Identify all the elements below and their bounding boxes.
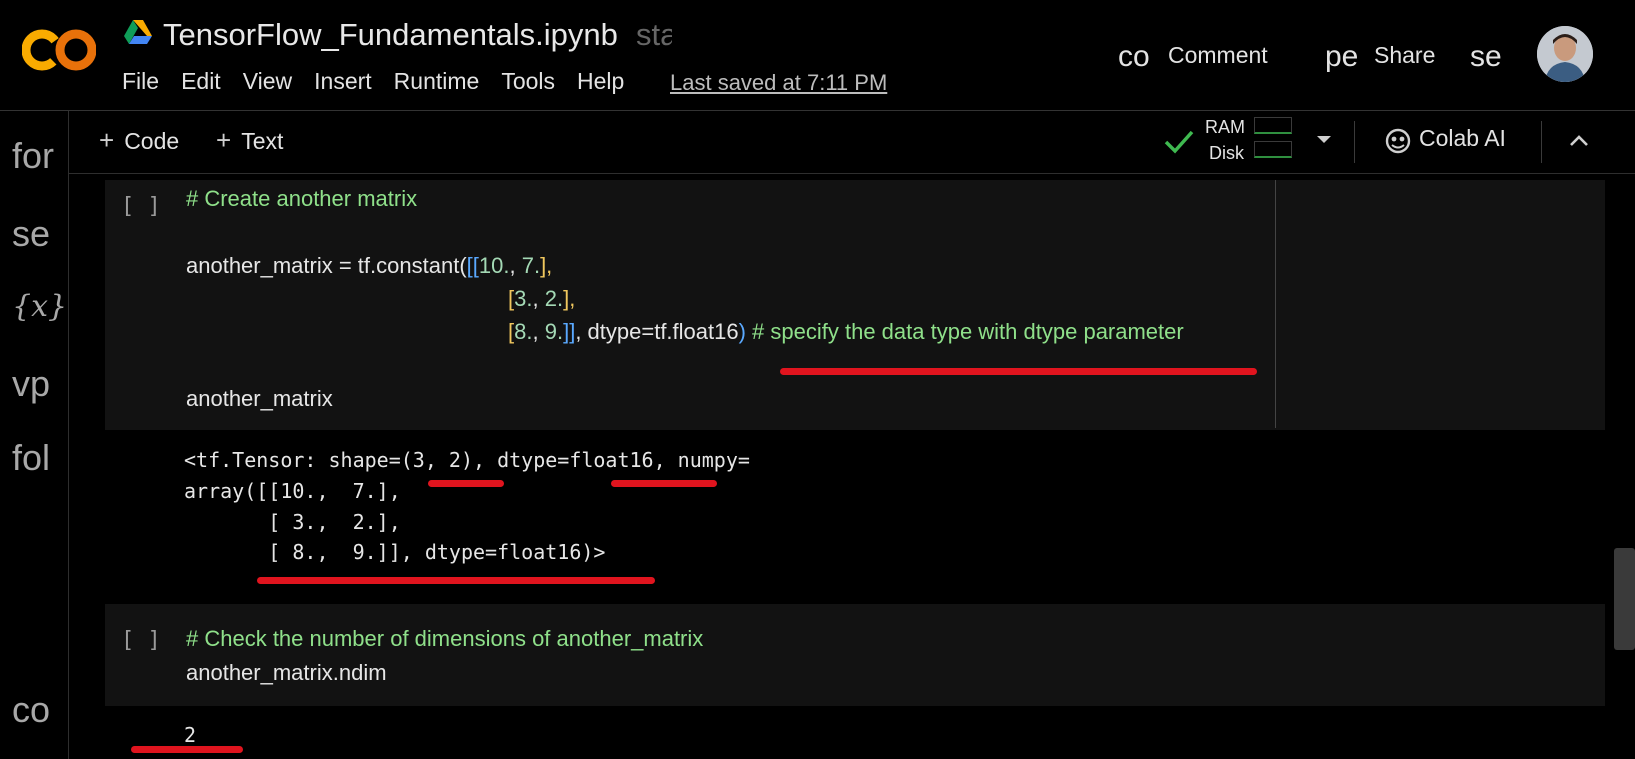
star-icon[interactable]: sta — [636, 17, 672, 53]
add-code-label: Code — [124, 128, 180, 154]
annotation-underline — [780, 368, 1257, 375]
output-line: <tf.Tensor: shape=(3, 2), dtype=float16,… — [184, 448, 750, 472]
avatar-image — [1537, 26, 1593, 82]
code-bracket: ], — [563, 286, 576, 311]
code-number: 3. — [514, 286, 533, 311]
share-icon[interactable]: pe — [1325, 40, 1361, 74]
menu-file[interactable]: File — [122, 68, 159, 95]
code-text: another_matrix = tf.constant( — [186, 253, 467, 278]
comment-button[interactable]: Comment — [1168, 42, 1268, 69]
menu-help[interactable]: Help — [577, 68, 624, 95]
code-comment: # Check the number of dimensions of anot… — [186, 626, 704, 651]
menu-runtime[interactable]: Runtime — [394, 68, 480, 95]
code-text: , dtype=tf.float16 — [575, 319, 739, 344]
scrollbar[interactable] — [1614, 548, 1635, 650]
code-line: [8., 9.]], dtype=tf.float16) # specify t… — [508, 319, 1184, 345]
plus-icon: + — [216, 125, 232, 155]
code-number: 10. — [478, 253, 510, 278]
disk-label: Disk — [1209, 143, 1244, 163]
google-drive-icon[interactable] — [124, 20, 152, 44]
ram-meter[interactable] — [1254, 117, 1292, 134]
files-icon[interactable]: fol — [12, 437, 64, 479]
code-bracket: ]] — [563, 319, 576, 344]
left-rail: for se {x} vp fol co — [0, 111, 69, 759]
annotation-underline — [257, 577, 655, 584]
run-cell-button[interactable]: [ ] — [121, 628, 161, 653]
menu-edit[interactable]: Edit — [181, 68, 221, 95]
menu-bar: File Edit View Insert Runtime Tools Help — [122, 68, 646, 95]
settings-icon[interactable]: se — [1470, 40, 1506, 74]
avatar[interactable] — [1537, 26, 1593, 82]
annotation-underline — [611, 480, 717, 487]
menu-tools[interactable]: Tools — [501, 68, 555, 95]
secrets-icon[interactable]: vp — [12, 363, 64, 405]
code-line: another_matrix.ndim — [186, 660, 387, 685]
notebook-title[interactable]: TensorFlow_Fundamentals.ipynb — [163, 17, 618, 53]
output-line: [ 8., 9.]], dtype=float16)> — [184, 540, 606, 564]
output-line: 2 — [184, 723, 197, 747]
code-comment: # Create another matrix — [186, 186, 418, 211]
toolbar-divider — [1354, 121, 1355, 163]
share-button[interactable]: Share — [1374, 42, 1435, 69]
code-text: , — [532, 319, 545, 344]
table-of-contents-icon[interactable]: for — [12, 135, 64, 177]
plus-icon: + — [99, 125, 115, 155]
toolbar-divider — [1541, 121, 1542, 163]
code-line: another_matrix — [186, 386, 333, 411]
chevron-up-icon[interactable] — [1567, 129, 1591, 153]
code-number: 9. — [544, 319, 564, 344]
code-text: , — [532, 286, 545, 311]
code-number: 2. — [544, 286, 564, 311]
variables-icon[interactable]: {x} — [12, 289, 64, 324]
code-number: 7. — [521, 253, 541, 278]
colab-logo[interactable] — [22, 26, 96, 74]
search-icon[interactable]: se — [12, 213, 64, 255]
code-bracket: ], — [540, 253, 553, 278]
colab-ai-icon[interactable] — [1384, 127, 1412, 155]
code-text: , — [509, 253, 522, 278]
output-line: array([[10., 7.], — [184, 479, 401, 503]
output-line: [ 3., 2.], — [184, 510, 401, 534]
code-cell[interactable]: [ ] — [105, 604, 1605, 706]
disk-meter[interactable] — [1254, 141, 1292, 158]
colab-ai-button[interactable]: Colab AI — [1419, 125, 1506, 152]
add-code-button[interactable]: + Code — [99, 125, 179, 156]
connected-check-icon[interactable] — [1163, 127, 1195, 155]
comment-icon[interactable]: co — [1118, 40, 1158, 74]
add-text-label: Text — [241, 128, 284, 154]
code-number: 8. — [514, 319, 533, 344]
add-text-button[interactable]: + Text — [216, 125, 283, 156]
code-bracket: [[ — [466, 253, 479, 278]
ram-label: RAM — [1205, 117, 1245, 137]
code-bracket: ) — [738, 319, 746, 344]
code-comment: # specify the data type with dtype param… — [745, 319, 1184, 344]
notebook-toolbar: + Code + Text RAM Disk Colab AI — [69, 111, 1635, 174]
code-line: another_matrix = tf.constant([[10., 7.], — [186, 253, 552, 279]
menu-insert[interactable]: Insert — [314, 68, 372, 95]
run-cell-button[interactable]: [ ] — [121, 194, 161, 219]
menu-view[interactable]: View — [243, 68, 292, 95]
code-line: [3., 2.], — [508, 286, 575, 312]
last-saved-link[interactable]: Last saved at 7:11 PM — [670, 70, 887, 96]
runtime-dropdown-icon[interactable] — [1314, 129, 1334, 149]
command-palette-icon[interactable]: co — [12, 689, 64, 731]
annotation-underline — [428, 480, 504, 487]
cell-divider — [1275, 180, 1276, 428]
annotation-underline — [131, 746, 243, 753]
